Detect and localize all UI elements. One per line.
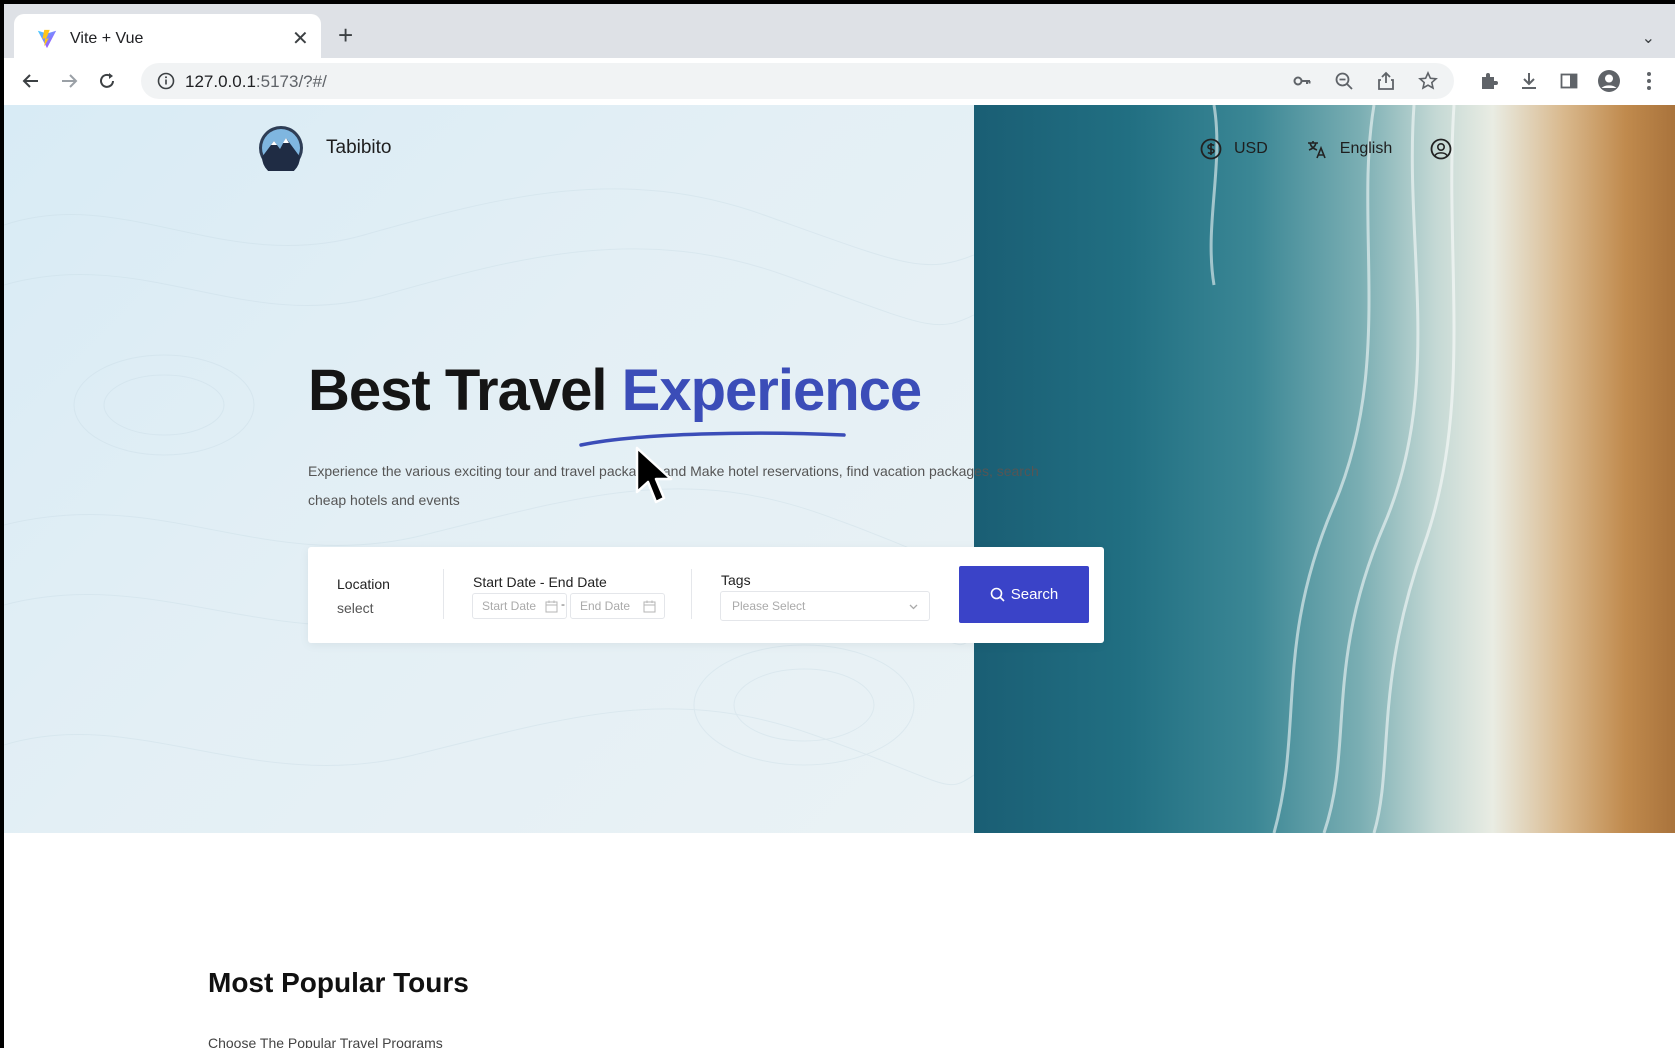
address-bar-actions <box>1290 69 1440 93</box>
surf-foam-decoration <box>1209 105 1456 833</box>
more-menu-icon[interactable] <box>1637 69 1661 93</box>
currency-selector[interactable]: USD <box>1200 138 1268 160</box>
search-button-label: Search <box>1010 586 1059 603</box>
dollar-coin-icon <box>1200 138 1222 160</box>
info-icon[interactable] <box>157 72 175 90</box>
calendar-icon <box>545 600 558 613</box>
hero-beach-aerial-image <box>974 105 1675 833</box>
zoom-out-icon[interactable] <box>1332 69 1356 93</box>
browser-toolbar: 127.0.0.1:5173/?#/ <box>4 58 1675 105</box>
search-icon <box>990 587 1005 602</box>
forward-arrow-icon[interactable] <box>54 66 84 96</box>
location-value: select <box>337 600 374 616</box>
search-divider <box>443 569 444 619</box>
url-host: 127.0.0.1 <box>185 72 256 91</box>
search-button[interactable]: Search <box>959 566 1089 623</box>
date-range-label: Start Date - End Date <box>473 574 607 590</box>
vite-logo-icon <box>37 29 57 49</box>
page-viewport: Tabibito USD English Best Travel Experie… <box>4 105 1675 1048</box>
toolbar-right-actions <box>1477 69 1661 93</box>
hero-section: Tabibito USD English Best Travel Experie… <box>4 105 1675 833</box>
chevron-down-icon[interactable]: ⌄ <box>1642 28 1655 48</box>
download-icon[interactable] <box>1517 69 1541 93</box>
section-subtitle-popular-tours: Choose The Popular Travel Programs <box>208 1035 443 1048</box>
headline-underline-decoration <box>579 431 846 447</box>
location-label: Location <box>337 576 390 592</box>
translate-icon <box>1307 141 1326 159</box>
start-date-placeholder: Start Date <box>482 599 537 613</box>
mountain-logo-icon <box>259 126 303 171</box>
browser-window-chrome: Vite + Vue ✕ + ⌄ 127.0.0.1:5173/?#/ <box>4 4 1675 105</box>
new-tab-plus-icon[interactable]: + <box>338 22 353 48</box>
start-date-input[interactable]: Start Date <box>472 593 567 619</box>
side-panel-icon[interactable] <box>1557 69 1581 93</box>
chevron-down-icon <box>909 604 918 610</box>
language-label: English <box>1339 140 1393 157</box>
location-field[interactable]: Location select <box>308 547 438 643</box>
hero-description: Experience the various exciting tour and… <box>308 463 1039 508</box>
back-arrow-icon[interactable] <box>16 66 46 96</box>
url-path: :5173/?#/ <box>255 72 327 91</box>
end-date-input[interactable]: End Date <box>570 593 665 619</box>
bookmark-star-icon[interactable] <box>1416 69 1440 93</box>
hero-headline: Best Travel Experience <box>308 357 923 424</box>
tags-placeholder: Please Select <box>732 599 806 613</box>
key-icon[interactable] <box>1290 69 1314 93</box>
share-icon[interactable] <box>1374 69 1398 93</box>
close-icon[interactable]: ✕ <box>292 26 309 51</box>
headline-accent-text: Experience <box>621 358 923 423</box>
brand[interactable]: Tabibito <box>258 125 392 171</box>
user-circle-icon <box>1430 138 1452 160</box>
brand-name: Tabibito <box>326 137 392 158</box>
language-selector[interactable]: English <box>1306 138 1392 160</box>
tab-title: Vite + Vue <box>70 30 144 47</box>
date-separator: - <box>561 597 565 611</box>
calendar-icon <box>643 600 656 613</box>
profile-avatar-icon[interactable] <box>1597 69 1621 93</box>
currency-label: USD <box>1234 140 1268 157</box>
tags-label: Tags <box>721 572 751 588</box>
tab-strip: Vite + Vue ✕ + ⌄ <box>4 4 1675 62</box>
mouse-cursor-icon <box>635 446 673 504</box>
search-divider <box>691 569 692 619</box>
extensions-puzzle-icon[interactable] <box>1477 69 1501 93</box>
address-bar[interactable]: 127.0.0.1:5173/?#/ <box>141 63 1454 99</box>
headline-main-text: Best Travel <box>308 358 622 423</box>
end-date-placeholder: End Date <box>580 599 631 613</box>
account-button[interactable] <box>1430 138 1452 160</box>
header-controls: USD English <box>1200 138 1490 160</box>
reload-icon[interactable] <box>92 66 122 96</box>
tags-select[interactable]: Please Select <box>720 591 930 621</box>
url-text: 127.0.0.1:5173/?#/ <box>185 72 327 92</box>
search-card: Location select Start Date - End Date St… <box>308 547 1104 643</box>
section-title-popular-tours: Most Popular Tours <box>208 967 469 998</box>
browser-tab[interactable]: Vite + Vue ✕ <box>14 14 321 62</box>
